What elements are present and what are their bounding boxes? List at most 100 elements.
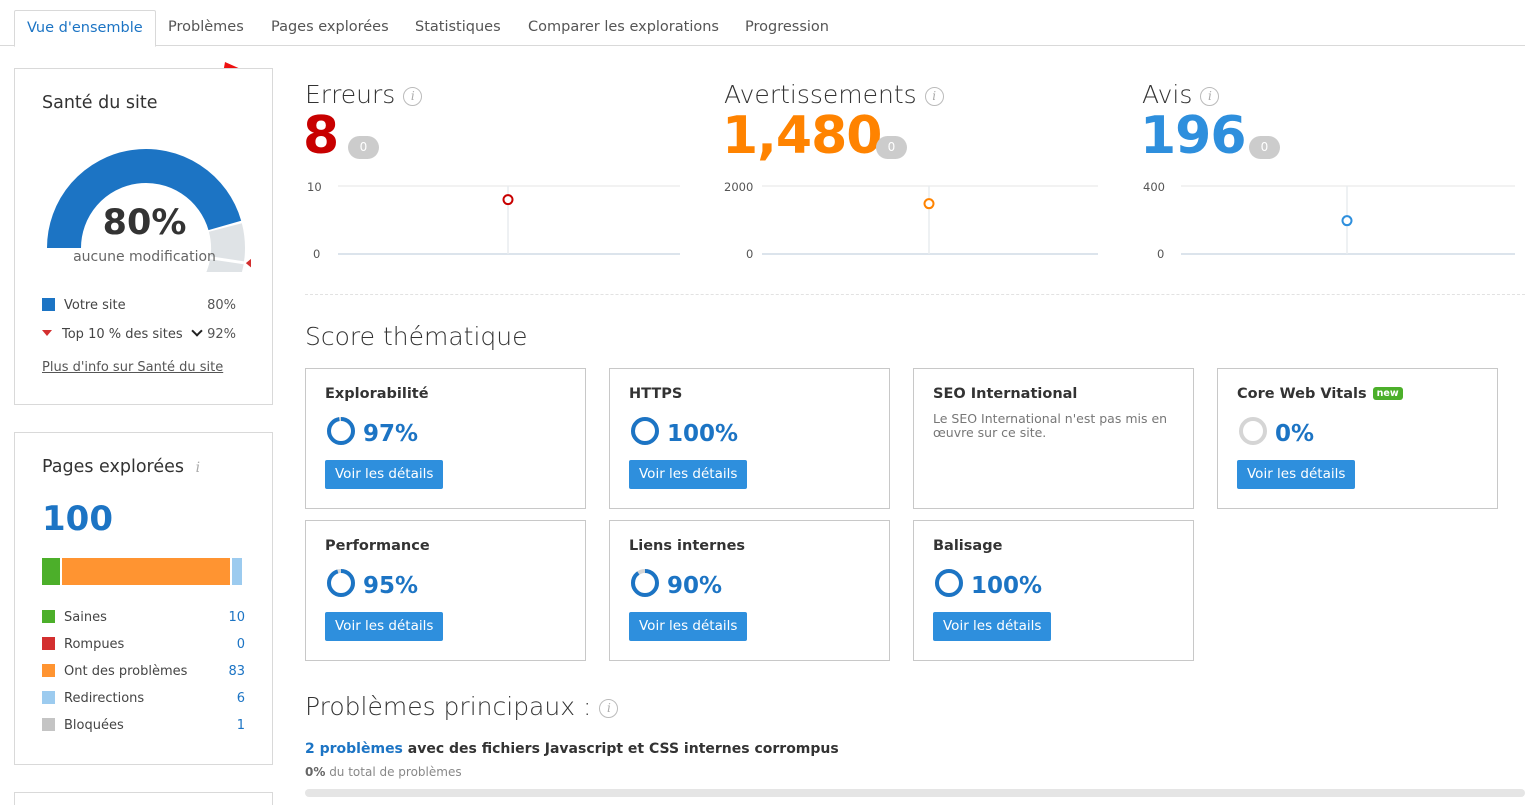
score-card-title: Core Web Vitals new: [1237, 386, 1403, 402]
legend-count[interactable]: 1: [205, 718, 245, 733]
warnings-ymax: 2000: [724, 180, 754, 194]
legend-swatch: [42, 664, 55, 677]
top-issues-title-text: Problèmes principaux :: [305, 692, 592, 721]
view-details-button[interactable]: Voir les détails: [933, 612, 1052, 641]
score-percent: 90%: [667, 573, 723, 599]
score-name: Liens internes: [629, 538, 746, 554]
view-details-button[interactable]: Voir les détails: [325, 612, 444, 641]
legend-top10[interactable]: Top 10 % des sites: [42, 325, 203, 342]
score-card: SEO International Le SEO International n'…: [913, 368, 1194, 509]
errors-ymin: 0: [313, 247, 321, 261]
info-icon[interactable]: i: [403, 87, 423, 106]
data-point[interactable]: [502, 194, 514, 206]
top-issues-title: Problèmes principaux : i: [305, 692, 619, 721]
score-card: Core Web Vitals new 0% Voir les détails: [1217, 368, 1498, 509]
legend-swatch: [42, 691, 55, 704]
score-card: HTTPS 100% Voir les détails: [609, 368, 890, 509]
score-card-title: SEO International: [933, 386, 1077, 402]
crawled-pages-total: 100: [42, 499, 113, 539]
view-details-button[interactable]: Voir les détails: [325, 460, 444, 489]
notices-delta: 0: [1249, 136, 1280, 159]
data-point[interactable]: [1341, 215, 1353, 227]
legend-item: Rompues: [42, 637, 124, 652]
ring-fill: [631, 417, 659, 445]
tab-bar: Vue d'ensemble Problèmes Pages explorées…: [0, 0, 1525, 47]
site-health-title: Santé du site: [42, 93, 158, 113]
bar-segment-4[interactable]: [243, 558, 246, 585]
score-name: Balisage: [933, 538, 1003, 554]
score-name: Explorabilité: [325, 386, 429, 402]
warnings-title-text: Avertissements: [724, 80, 917, 109]
errors-count[interactable]: 8: [303, 106, 339, 166]
view-details-button[interactable]: Voir les détails: [629, 612, 748, 641]
errors-title: Erreurs i: [305, 80, 423, 109]
site-health-subtitle: aucune modification: [73, 249, 216, 265]
info-icon[interactable]: i: [599, 699, 619, 718]
notices-sparkline: [1181, 185, 1515, 255]
issue-share: 0% du total de problèmes: [305, 765, 462, 779]
crawled-pages-title-text: Pages explorées: [42, 457, 184, 477]
score-ring: [1239, 417, 1267, 445]
tab-compare-crawls[interactable]: Comparer les explorations: [528, 10, 719, 46]
legend-label: Ont des problèmes: [64, 664, 188, 679]
warnings-count[interactable]: 1,480: [722, 106, 882, 166]
site-health-percent: 80%: [102, 203, 187, 243]
legend-label: Bloquées: [64, 718, 124, 733]
score-card: Explorabilité 97% Voir les détails: [305, 368, 586, 509]
info-icon[interactable]: i: [924, 87, 944, 106]
crawled-pages-card: Pages explorées i 100 Saines 10 Rompues 0 On…: [14, 432, 273, 765]
score-name: HTTPS: [629, 386, 683, 402]
score-percent: 100%: [667, 421, 739, 447]
triangle-down-icon: [42, 330, 52, 336]
issue-progress-track: [305, 789, 1525, 797]
notices-ymin: 0: [1157, 247, 1165, 261]
score-percent: 95%: [363, 573, 419, 599]
score-ring: [327, 417, 355, 445]
ring-fill: [935, 569, 963, 597]
legend-swatch: [42, 718, 55, 731]
issue-count-link[interactable]: 2 problèmes: [305, 741, 403, 757]
legend-item: Bloquées: [42, 718, 124, 733]
your-site-swatch: [42, 298, 55, 311]
info-icon[interactable]: i: [1200, 87, 1220, 106]
score-ring: [631, 569, 659, 597]
top10-label: Top 10 % des sites: [62, 327, 183, 342]
notices-title-text: Avis: [1142, 80, 1193, 109]
warnings-title: Avertissements i: [724, 80, 944, 109]
bar-segment-2[interactable]: [62, 558, 232, 585]
view-details-button[interactable]: Voir les détails: [629, 460, 748, 489]
legend-item: Ont des problèmes: [42, 664, 187, 679]
tab-progress[interactable]: Progression: [745, 10, 829, 46]
score-ring: [935, 569, 963, 597]
bottom-card: [14, 792, 273, 805]
ring-fill: [327, 417, 355, 445]
your-site-label: Votre site: [64, 298, 126, 313]
legend-swatch: [42, 637, 55, 650]
top-issue-row: 2 problèmes avec des fichiers Javascript…: [305, 741, 839, 757]
info-icon[interactable]: i: [196, 460, 200, 476]
tab-issues[interactable]: Problèmes: [168, 10, 244, 46]
bar-segment-3[interactable]: [231, 558, 244, 585]
tab-crawled-pages[interactable]: Pages explorées: [271, 10, 389, 46]
legend-count[interactable]: 0: [205, 637, 245, 652]
new-badge: new: [1372, 387, 1403, 400]
legend-swatch: [42, 610, 55, 623]
legend-count[interactable]: 6: [205, 691, 245, 706]
issue-description: avec des fichiers Javascript et CSS inte…: [402, 741, 839, 757]
view-details-button[interactable]: Voir les détails: [1237, 460, 1356, 489]
data-point[interactable]: [923, 198, 935, 210]
issue-share-text: du total de problèmes: [325, 765, 462, 779]
thematic-score-title: Score thématique: [305, 322, 528, 351]
legend-item: Redirections: [42, 691, 144, 706]
tab-overview[interactable]: Vue d'ensemble: [14, 10, 156, 47]
legend-label: Rompues: [64, 637, 125, 652]
legend-count[interactable]: 10: [205, 610, 245, 625]
site-health-more-link[interactable]: Plus d'info sur Santé du site: [42, 360, 223, 375]
score-percent: 0%: [1275, 421, 1315, 447]
bar-segment-0[interactable]: [42, 558, 63, 585]
tab-statistics[interactable]: Statistiques: [415, 10, 501, 46]
divider: [305, 294, 1525, 295]
legend-count[interactable]: 83: [205, 664, 245, 679]
score-name: Performance: [325, 538, 430, 554]
notices-count[interactable]: 196: [1140, 106, 1247, 166]
